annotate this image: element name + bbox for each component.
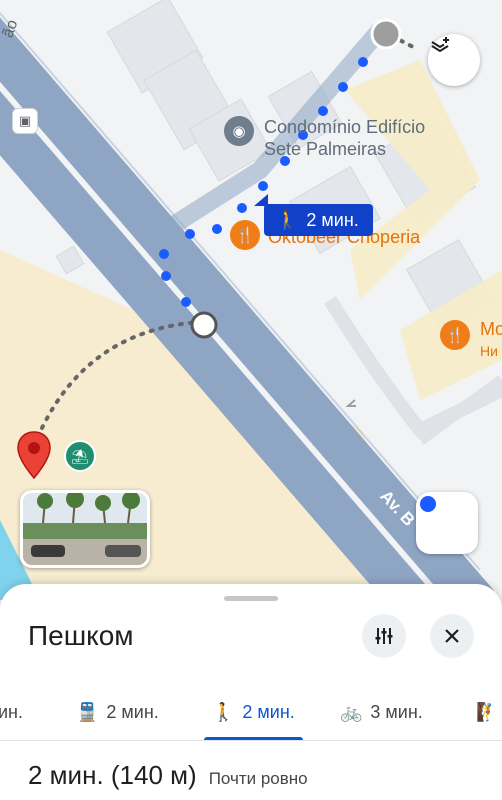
restaurant-icon[interactable]: 🍴 xyxy=(230,220,260,250)
sheet-title: Пешком xyxy=(28,620,134,651)
route-summary: 2 мин. (140 м) Почти ровно xyxy=(28,760,308,791)
tab-car[interactable]: ин. xyxy=(0,684,23,740)
place-marker-icon[interactable]: ◉ xyxy=(224,116,254,146)
route-options-button[interactable] xyxy=(362,614,406,658)
place-condo-line2[interactable]: Sete Palmeiras xyxy=(264,138,386,160)
route-time-distance: 2 мин. (140 м) xyxy=(28,760,197,790)
route-time-label: 2 мин. xyxy=(306,209,359,230)
sheet-drag-handle[interactable] xyxy=(224,596,278,601)
street-view-thumbnail[interactable] xyxy=(20,490,150,568)
restaurant-icon-right[interactable]: 🍴 xyxy=(440,320,470,350)
tab-walk-label: 2 мин. xyxy=(242,701,295,722)
tune-icon xyxy=(375,628,393,644)
hike-icon: 🧗 xyxy=(476,701,499,722)
walking-icon: 🚶 xyxy=(276,209,299,230)
place-right-partial-2: Ни xyxy=(480,343,498,359)
tab-car-label: ин. xyxy=(0,701,23,722)
active-tab-indicator xyxy=(204,737,303,740)
tab-more[interactable]: 🧗 xyxy=(476,684,498,740)
tab-bike[interactable]: 🚲 3 мин. xyxy=(340,684,423,740)
my-location-button[interactable] xyxy=(416,492,478,554)
place-condo-line1[interactable]: Condomínio Edifício xyxy=(264,116,425,138)
bike-icon: 🚲 xyxy=(340,701,363,722)
pin-icon[interactable] xyxy=(16,430,52,480)
layers-icon xyxy=(431,37,449,53)
photo-image xyxy=(23,493,147,565)
directions-sheet: Пешком ин. 🚆 2 мин. 🚶 2 мин. 🚲 3 мин. 🧗 … xyxy=(0,584,502,800)
travel-mode-tabs: ин. 🚆 2 мин. 🚶 2 мин. 🚲 3 мин. 🧗 xyxy=(0,684,502,741)
walking-icon: 🚶 xyxy=(212,701,235,722)
tab-bike-label: 3 мин. xyxy=(370,701,423,722)
map-view[interactable]: ão Av. B olo ▣ ◉ Condomínio Edifício Set… xyxy=(0,0,502,620)
tab-transit-label: 2 мин. xyxy=(106,701,159,722)
close-button[interactable] xyxy=(430,614,474,658)
route-time-chip[interactable]: 🚶 2 мин. xyxy=(254,194,373,236)
place-right-partial-1[interactable]: Mo xyxy=(480,318,502,340)
beach-icon[interactable]: ⛱ xyxy=(64,440,96,472)
tab-transit[interactable]: 🚆 2 мин. xyxy=(76,684,159,740)
bus-stop-icon[interactable]: ▣ xyxy=(12,108,38,134)
close-icon xyxy=(445,629,459,643)
layers-button[interactable] xyxy=(428,34,480,86)
train-icon: 🚆 xyxy=(76,701,99,722)
route-terrain-note: Почти ровно xyxy=(208,769,308,788)
my-location-icon xyxy=(420,496,436,512)
tab-walk[interactable]: 🚶 2 мин. xyxy=(204,684,303,740)
